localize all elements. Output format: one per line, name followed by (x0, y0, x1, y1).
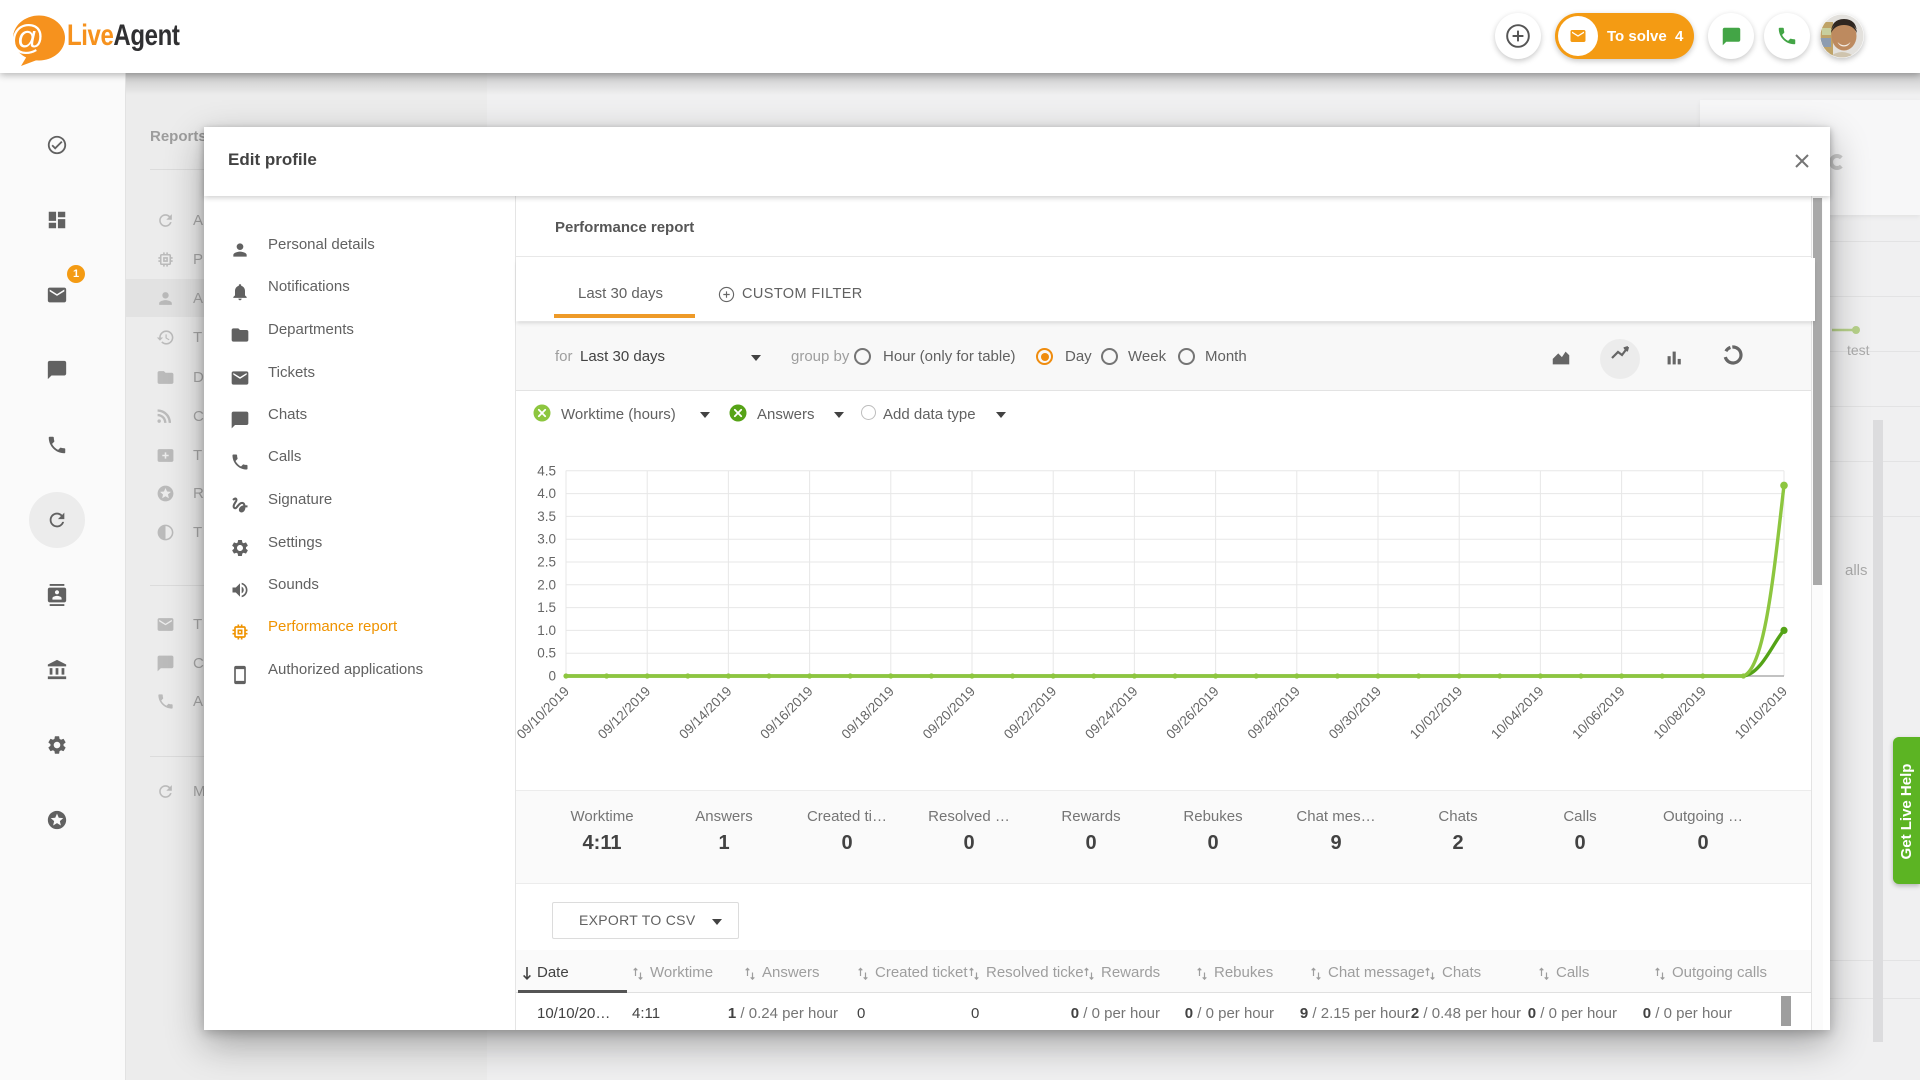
svg-text:0: 0 (548, 669, 556, 684)
svg-text:09/26/2019: 09/26/2019 (1163, 684, 1221, 742)
svg-text:09/12/2019: 09/12/2019 (595, 684, 653, 742)
svg-text:09/30/2019: 09/30/2019 (1326, 684, 1384, 742)
svg-text:09/16/2019: 09/16/2019 (757, 684, 815, 742)
svg-text:09/20/2019: 09/20/2019 (920, 684, 978, 742)
svg-text:10/02/2019: 10/02/2019 (1407, 684, 1465, 742)
svg-text:3.0: 3.0 (537, 532, 556, 547)
svg-text:10/06/2019: 10/06/2019 (1569, 684, 1627, 742)
svg-text:09/24/2019: 09/24/2019 (1082, 684, 1140, 742)
svg-text:09/22/2019: 09/22/2019 (1001, 684, 1059, 742)
svg-text:4.0: 4.0 (537, 486, 556, 501)
svg-text:3.5: 3.5 (537, 509, 556, 524)
svg-text:09/28/2019: 09/28/2019 (1245, 684, 1303, 742)
svg-text:2.0: 2.0 (537, 577, 556, 592)
svg-text:09/14/2019: 09/14/2019 (676, 684, 734, 742)
svg-text:10/04/2019: 10/04/2019 (1488, 684, 1546, 742)
svg-text:09/10/2019: 09/10/2019 (516, 684, 572, 742)
svg-text:0.5: 0.5 (537, 646, 556, 661)
svg-text:1.5: 1.5 (537, 600, 556, 615)
svg-text:10/08/2019: 10/08/2019 (1651, 684, 1709, 742)
svg-text:4.5: 4.5 (537, 463, 556, 478)
svg-text:2.5: 2.5 (537, 555, 556, 570)
svg-text:09/18/2019: 09/18/2019 (839, 684, 897, 742)
svg-text:10/10/2019: 10/10/2019 (1732, 684, 1790, 742)
svg-text:@: @ (10, 19, 45, 57)
svg-text:1.0: 1.0 (537, 623, 556, 638)
